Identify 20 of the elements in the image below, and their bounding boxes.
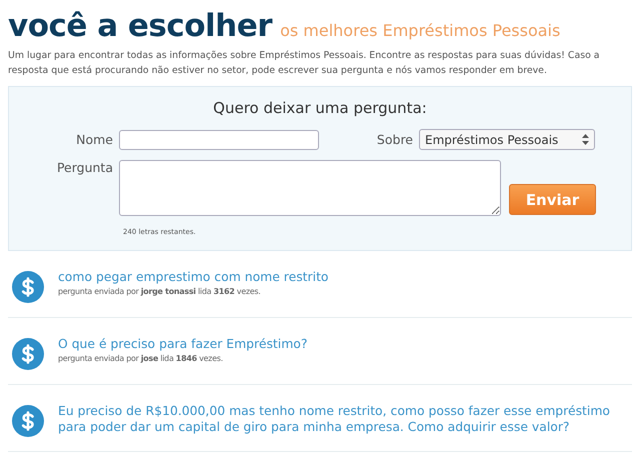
field-label: Pergunta (56, 160, 114, 175)
page-title: você a escolher (8, 8, 272, 44)
topic-select[interactable]: Empréstimos Pessoais (419, 129, 595, 150)
question-link[interactable]: O que é preciso para fazer Empréstimo? (58, 336, 308, 352)
question-link[interactable]: como pegar emprestimo com nome restrito (58, 269, 329, 285)
dollar-icon (12, 271, 44, 303)
intro-text: Um lugar para encontrar todas as informações sobre Empréstimos Pessoais. Encontre as respostas para suas dúvidas! Caso a resposta que está procurando não estiver no setor, pode escrever sua pergunta e nós vamos responder em breve. (8, 49, 601, 78)
question-link[interactable]: Eu preciso de R$10.000,00 mas tenho nome restrito, como posso fazer esse empréstimo para poder dar um capital de giro para minha empresa. Como adquirir esse valor? (58, 403, 628, 435)
field-label: Sobre (376, 132, 414, 147)
spinner-arrows-icon (582, 134, 589, 145)
field-label: Nome (75, 132, 114, 147)
page-subtitle: os melhores Empréstimos Pessoais (280, 21, 560, 40)
form-heading: Quero deixar uma pergunta: (212, 99, 428, 117)
name-field[interactable] (119, 130, 319, 150)
question-meta: pergunta enviada por jorge tonassi lida 3162 vezes. (58, 287, 260, 296)
dollar-icon (12, 338, 44, 370)
question-meta: pergunta enviada por jose lida 1846 vezes. (58, 354, 223, 363)
question-field[interactable] (119, 160, 501, 216)
dollar-icon (12, 405, 44, 437)
send-button[interactable]: Enviar (509, 184, 596, 215)
